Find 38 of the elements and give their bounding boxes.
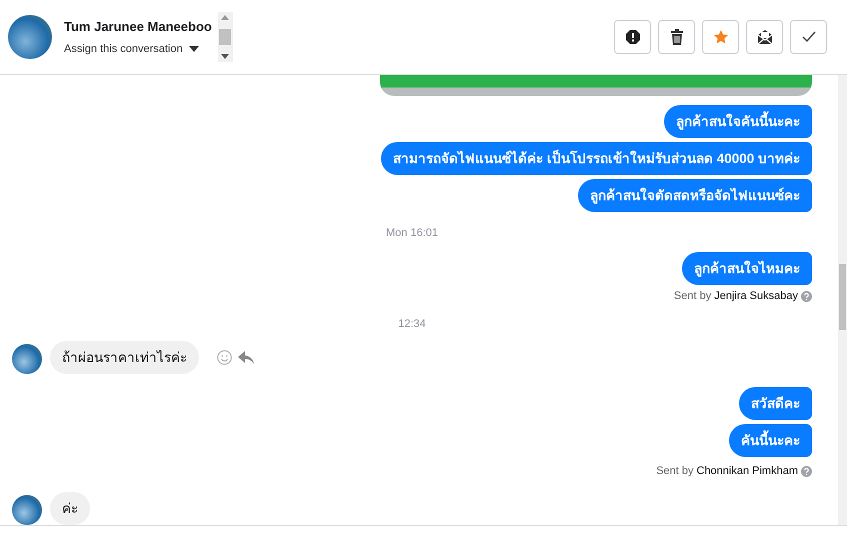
sender-name: Chonnikan Pimkham: [696, 465, 798, 477]
message-bubble: ลูกค้าสนใจคันนี้นะคะ: [664, 105, 812, 138]
help-icon: [801, 466, 812, 476]
sent-by-label: Sent by: [674, 290, 712, 302]
trash-icon: [670, 29, 684, 45]
message-bubble: ลูกค้าสนใจตัดสดหรือจัดไฟแนนซ์คะ: [578, 179, 812, 212]
sent-by-label: Sent by: [656, 465, 694, 477]
star-button[interactable]: [702, 20, 739, 54]
assign-dropdown[interactable]: Assign this conversation: [64, 43, 212, 55]
contact-avatar: [8, 15, 52, 59]
contact-avatar: [12, 495, 42, 525]
message-bubble: ค่ะ: [50, 492, 90, 525]
contact-name: Tum Jarunee Maneeboo: [64, 19, 212, 34]
scrollbar[interactable]: [218, 12, 233, 62]
message-bubble: สวัสดีคะ: [739, 387, 812, 420]
scrollbar[interactable]: [838, 75, 847, 525]
timestamp: 12:34: [398, 318, 426, 330]
star-icon: [712, 29, 728, 45]
caret-icon: [188, 46, 199, 52]
message-bubble: คันนี้นะคะ: [729, 424, 812, 457]
scroll-down-icon[interactable]: [221, 54, 230, 59]
checkmark-icon: [802, 31, 816, 43]
message-bubble: ลูกค้าสนใจไหมคะ: [682, 252, 812, 285]
help-icon: [801, 290, 812, 302]
contact-avatar: [12, 344, 42, 374]
message-bubble: สามารถจัดไฟแนนซ์ได้ค่ะ เป็นโปรรถเข้าใหม่รับส่วนลด 40000 บาทค่ะ: [381, 142, 812, 175]
reply-icon[interactable]: [238, 350, 254, 364]
message-bubble: ถ้าผ่อนราคาเท่าไรค่ะ: [50, 341, 199, 374]
smiley-icon[interactable]: [217, 350, 232, 365]
delete-button[interactable]: [658, 20, 695, 54]
alert-icon: [624, 29, 640, 45]
mark-unread-button[interactable]: [746, 20, 783, 54]
timestamp: Mon 16:01: [386, 227, 438, 239]
done-button[interactable]: [790, 20, 827, 54]
sender-name: Jenjira Suksabay: [714, 290, 798, 302]
report-button[interactable]: [614, 20, 651, 54]
scroll-up-icon[interactable]: [221, 15, 230, 20]
envelope-icon: [756, 29, 772, 45]
